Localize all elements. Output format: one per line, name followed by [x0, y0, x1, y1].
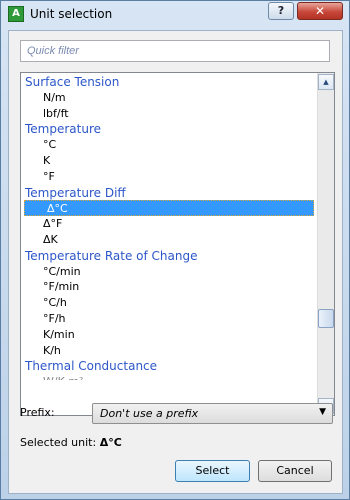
- unit-item[interactable]: Δ°F: [21, 216, 317, 232]
- unit-item[interactable]: ΔK: [21, 232, 317, 248]
- selected-unit-label: Selected unit:: [20, 436, 97, 449]
- unit-item[interactable]: °F/h: [21, 311, 317, 327]
- scroll-up-arrow-icon[interactable]: ▲: [318, 74, 334, 90]
- window-title: Unit selection: [30, 7, 113, 21]
- unit-item[interactable]: N/m: [21, 90, 317, 106]
- prefix-label: Prefix:: [20, 406, 55, 419]
- chevron-down-icon: ▼: [319, 407, 326, 417]
- category-header: Temperature: [25, 122, 102, 137]
- close-button[interactable]: ✕: [297, 2, 343, 20]
- selected-unit-value: Δ°C: [99, 436, 122, 449]
- cancel-button[interactable]: Cancel: [258, 460, 332, 482]
- unit-item[interactable]: °F/min: [21, 279, 317, 295]
- dialog-body: Surface TensionN/mlbf/ftTemperature°CK°F…: [8, 30, 343, 494]
- list-scrollbar[interactable]: ▲ ▼: [317, 73, 334, 415]
- unit-item[interactable]: °C/h: [21, 295, 317, 311]
- title-bar: A Unit selection ? ✕: [1, 1, 349, 29]
- select-button[interactable]: Select: [175, 460, 250, 482]
- category-header: Temperature Diff: [25, 185, 126, 200]
- help-button[interactable]: ?: [268, 2, 294, 20]
- unit-item[interactable]: W/K·m²: [21, 374, 317, 380]
- unit-list[interactable]: Surface Tension N/m lbf/ft Temperature °C K °F…: [20, 72, 335, 416]
- category-header: Temperature Rate of Change: [25, 248, 198, 263]
- prefix-dropdown[interactable]: Don't use a prefix ▼: [92, 403, 333, 424]
- unit-item[interactable]: K/min: [21, 327, 317, 343]
- prefix-value: Don't use a prefix: [100, 407, 199, 420]
- app-icon: A: [8, 6, 24, 22]
- category-header: Thermal Conductance: [25, 359, 158, 374]
- category-header: Surface Tension: [25, 75, 120, 89]
- unit-item[interactable]: K: [21, 153, 317, 169]
- unit-item[interactable]: °C/min: [21, 264, 317, 280]
- scroll-thumb[interactable]: [318, 309, 334, 328]
- quick-filter-input[interactable]: [20, 40, 330, 62]
- selected-unit-line: Selected unit: Δ°C: [20, 436, 122, 449]
- unit-item[interactable]: °F: [21, 169, 317, 185]
- unit-item[interactable]: Δ°C: [24, 200, 314, 217]
- unit-item[interactable]: °C: [21, 137, 317, 153]
- unit-item[interactable]: lbf/ft: [21, 106, 317, 122]
- unit-item[interactable]: K/h: [21, 343, 317, 359]
- unit-selection-dialog: A Unit selection ? ✕ Surface TensionN/ml…: [0, 0, 350, 500]
